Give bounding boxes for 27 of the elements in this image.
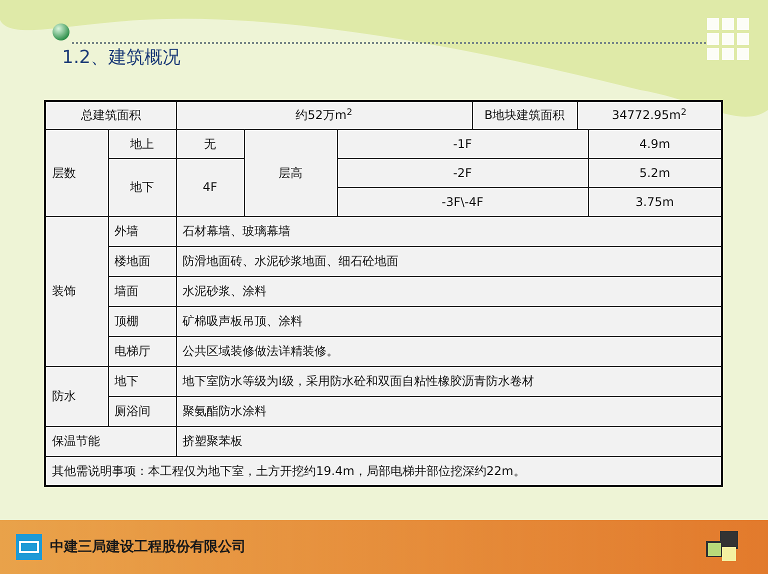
table-cell: 防水 <box>45 366 108 426</box>
table-cell: 约52万m$^{2}$ <box>176 101 472 129</box>
table-cell: 厕浴间 <box>108 396 176 426</box>
table-cell: 层数 <box>45 129 108 216</box>
slide-title: 1.2、建筑概况 <box>62 46 182 70</box>
table-cell: 楼地面 <box>108 246 176 276</box>
table-cell: 装饰 <box>45 216 108 366</box>
table-cell: -2F <box>337 158 588 187</box>
table-cell: 顶棚 <box>108 306 176 336</box>
company-logo-icon <box>16 534 42 560</box>
table-cell: 总建筑面积 <box>45 101 176 129</box>
table-cell: 地下 <box>108 366 176 396</box>
table-cell: 外墙 <box>108 216 176 246</box>
table-cell: 层高 <box>244 129 337 216</box>
sphere-icon <box>52 23 70 41</box>
grid-logo-icon <box>706 17 752 63</box>
table-cell: 无 <box>176 129 244 158</box>
table-cell: 保温节能 <box>45 426 176 456</box>
company-name: 中建三局建设工程股份有限公司 <box>50 538 246 556</box>
table-cell: 地下 <box>108 158 176 216</box>
table-cell: -3F\-4F <box>337 187 588 216</box>
table-cell: -1F <box>337 129 588 158</box>
table-cell: 地上 <box>108 129 176 158</box>
table-cell: 电梯厅 <box>108 336 176 366</box>
table-cell: 墙面 <box>108 276 176 306</box>
squares-logo-icon <box>706 531 738 563</box>
table-cell: B地块建筑面积 <box>472 101 577 129</box>
